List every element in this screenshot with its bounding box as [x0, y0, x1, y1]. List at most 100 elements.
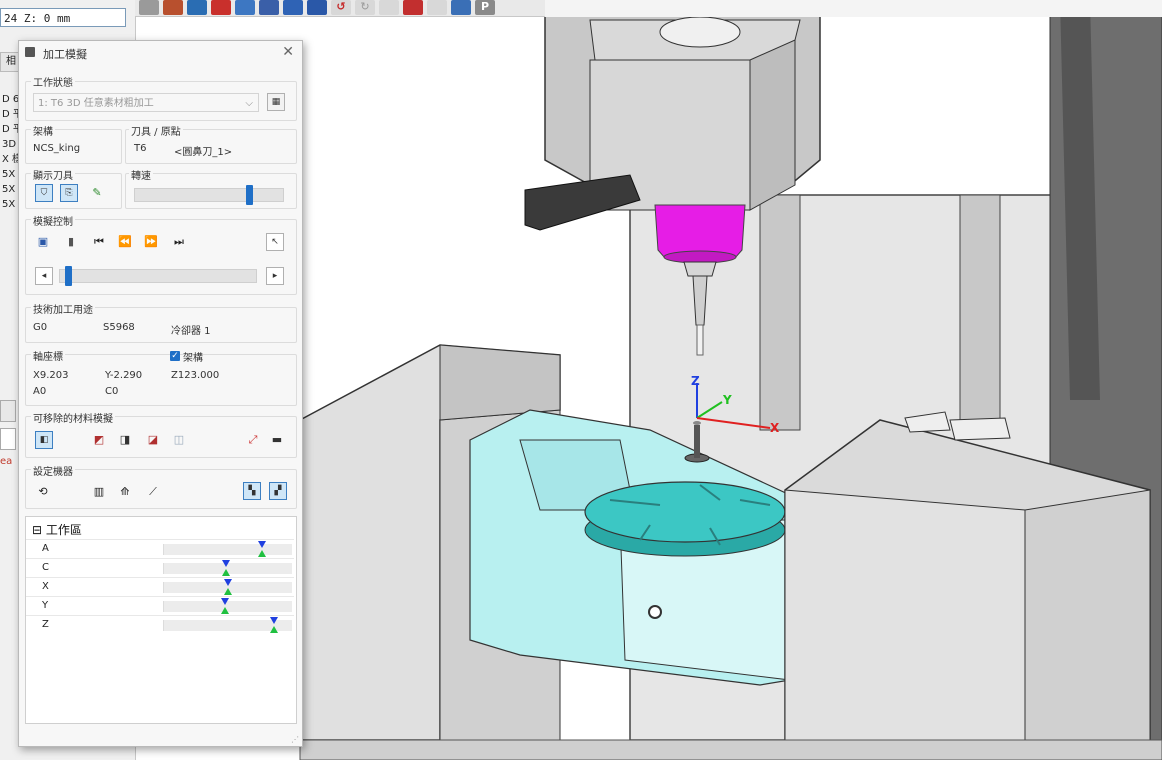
axis-name: X [42, 581, 49, 592]
stop-icon[interactable]: ▮ [63, 234, 79, 250]
frame-checkbox-label: 架構 [183, 353, 203, 364]
forward-icon[interactable]: ⏩ [143, 234, 159, 250]
pointer-select-button[interactable]: ↖ [266, 233, 284, 251]
c-coord: C0 [105, 386, 119, 397]
record-icon[interactable]: ▣ [35, 234, 51, 250]
toolbar-icon[interactable] [307, 0, 327, 15]
redo-icon[interactable]: ↻ [355, 0, 375, 15]
machine-axis-icon[interactable]: ⟰ [117, 484, 133, 500]
speed-slider-thumb[interactable] [245, 185, 253, 205]
toolbar: ↺ ↻ P [135, 0, 545, 17]
resize-grip-icon[interactable]: ⋰ [291, 735, 299, 744]
side-button[interactable] [0, 400, 16, 422]
gear-icon[interactable] [235, 0, 255, 15]
tool-green-icon[interactable]: ✎ [89, 185, 105, 201]
tech-g-value: G0 [33, 322, 48, 333]
coordinate-readout[interactable]: 24 Z: 0 mm [0, 8, 126, 27]
axis-marker[interactable] [220, 597, 230, 615]
undo-icon[interactable]: ↺ [331, 0, 351, 15]
toolbar-icon[interactable] [163, 0, 183, 15]
rewind-icon[interactable]: ⏪ [117, 234, 133, 250]
removable-material-label: 可移除的材料模擬 [31, 410, 115, 425]
origin-value: <圓鼻刀_1> [174, 147, 233, 158]
z-axis-label: Z [691, 374, 700, 388]
speed-label: 轉速 [129, 167, 153, 182]
frame-value: NCS_king [33, 143, 81, 154]
axis-row-z[interactable]: Z [26, 615, 294, 635]
dialog-title-bar[interactable]: 加工模擬 ✕ [19, 41, 302, 65]
axis-row-a[interactable]: A [26, 539, 294, 559]
progress-slider[interactable] [59, 269, 257, 283]
x-axis-label: X [770, 421, 780, 435]
tech-label: 技術加工用途 [31, 301, 95, 316]
toolbar-icon[interactable] [427, 0, 447, 15]
toolbar-icon[interactable] [403, 0, 423, 15]
toolbar-icon[interactable] [451, 0, 471, 15]
workspace-header[interactable]: ⊟ 工作區 [32, 521, 82, 538]
workspace-title: 工作區 [45, 523, 82, 537]
tool-value: T6 [134, 143, 147, 154]
last-frame-icon[interactable]: ⏭ [171, 234, 187, 250]
speed-slider[interactable] [134, 188, 284, 202]
material-ghost-icon[interactable]: ◫ [171, 432, 187, 448]
chevron-down-icon: ⌵ [245, 98, 253, 109]
step-back-button[interactable]: ◂ [35, 267, 53, 285]
side-text: ea [0, 456, 13, 467]
first-frame-icon[interactable]: ⏮ [91, 234, 107, 250]
workspace-panel: ⊟ 工作區 A C X Y Z [25, 516, 297, 724]
show-tool-holder-button[interactable]: ⛉ [35, 184, 53, 202]
p-icon[interactable]: P [475, 0, 495, 15]
toolbar-icon[interactable] [259, 0, 279, 15]
axis-marker[interactable] [223, 578, 233, 596]
material-sim-button[interactable]: ◧ [35, 431, 53, 449]
z-coord: Z123.000 [171, 370, 220, 381]
axis-marker[interactable] [221, 559, 231, 577]
axis-slider[interactable] [163, 544, 292, 555]
axis-row-c[interactable]: C [26, 558, 294, 578]
machine-tool-icon[interactable]: ⟋ [145, 484, 161, 500]
y-coord: Y-2.290 [105, 370, 143, 381]
axis-name: A [42, 543, 49, 554]
coolant-value: 冷卻器 1 [171, 326, 211, 337]
setup-machine-label: 設定機器 [31, 463, 75, 478]
machine-setup-icon[interactable]: ▥ [91, 484, 107, 500]
job-settings-button[interactable]: ▦ [267, 93, 285, 111]
machining-simulation-dialog: 加工模擬 ✕ 工作狀態 1: T6 3D 任意素材粗加工 ⌵ ▦ 架構 NCS_… [18, 40, 303, 747]
material-red-icon[interactable]: ◩ [91, 432, 107, 448]
axis-name: Y [42, 600, 49, 611]
toolbar-icon[interactable] [379, 0, 399, 15]
machine-toggle-button-2[interactable]: ▞ [269, 482, 287, 500]
machine-toggle-button-1[interactable]: ▚ [243, 482, 261, 500]
frame-checkbox[interactable]: ✓ [170, 351, 180, 361]
axis-coords-label: 軸座標 [31, 348, 65, 363]
sim-control-label: 模擬控制 [31, 213, 75, 228]
job-select[interactable]: 1: T6 3D 任意素材粗加工 ⌵ [33, 93, 259, 112]
toolbar-icon[interactable] [139, 0, 159, 15]
frame-label: 架構 [31, 123, 55, 138]
tool-origin-label: 刀具 / 原點 [129, 123, 183, 138]
a-coord: A0 [33, 386, 47, 397]
side-button[interactable] [0, 428, 16, 450]
close-icon[interactable]: ✕ [282, 44, 294, 60]
axis-marker[interactable] [269, 616, 279, 634]
show-tool-shape-button[interactable]: ⎘ [60, 184, 78, 202]
axis-row-y[interactable]: Y [26, 596, 294, 616]
toolbar-icon[interactable] [211, 0, 231, 15]
progress-slider-thumb[interactable] [64, 266, 72, 286]
job-select-value: 1: T6 3D 任意素材粗加工 [38, 98, 154, 109]
step-forward-button[interactable]: ▸ [266, 267, 284, 285]
axis-marker[interactable] [257, 540, 267, 558]
material-export-icon[interactable]: ▬ [269, 432, 285, 448]
dialog-title: 加工模擬 [43, 48, 87, 61]
material-cut-icon[interactable]: ◪ [145, 432, 161, 448]
material-cube-icon[interactable]: ◨ [117, 432, 133, 448]
y-axis-label: Y [722, 393, 732, 407]
app-icon [25, 47, 35, 57]
machine-view-icon[interactable]: ⟲ [35, 484, 51, 500]
toolbar-icon[interactable] [283, 0, 303, 15]
job-status-label: 工作狀態 [31, 74, 75, 89]
measure-icon[interactable]: ⤢ [245, 432, 261, 448]
toolbar-icon[interactable] [187, 0, 207, 15]
collapse-icon[interactable]: ⊟ [32, 523, 42, 537]
axis-row-x[interactable]: X [26, 577, 294, 597]
